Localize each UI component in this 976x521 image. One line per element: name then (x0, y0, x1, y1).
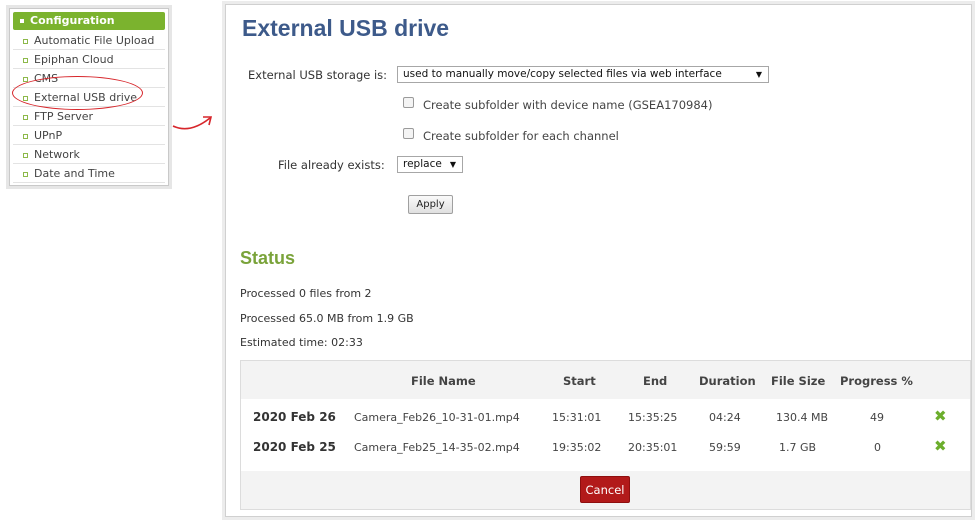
sidebar-item-automatic-file-upload[interactable]: Automatic File Upload (13, 31, 165, 50)
cancel-button[interactable]: Cancel (580, 476, 630, 503)
square-bullet-icon (23, 114, 28, 120)
caret-down-icon: ▼ (449, 160, 456, 169)
sidebar-item-label: Network (34, 148, 80, 161)
sidebar-item-label: CMS (34, 72, 59, 85)
row-start: 15:31:01 (552, 411, 602, 424)
sidebar-item-epiphan-cloud[interactable]: Epiphan Cloud (13, 50, 165, 69)
column-header-file-size: File Size (771, 374, 826, 388)
column-header-file-name: File Name (411, 374, 476, 388)
sidebar-item-label: Epiphan Cloud (34, 53, 114, 66)
square-bullet-icon (23, 171, 28, 177)
square-bullet-icon (23, 76, 28, 82)
storage-label: External USB storage is: (248, 68, 388, 82)
row-file-size: 1.7 GB (779, 441, 817, 454)
square-bullet-icon (20, 19, 24, 23)
square-bullet-icon (23, 95, 28, 101)
row-end: 15:35:25 (628, 411, 678, 424)
table-footer: Cancel (241, 471, 970, 509)
sidebar-header-label: Configuration (30, 14, 115, 27)
config-sidebar: Configuration Automatic File Upload Epip… (9, 8, 169, 186)
storage-mode-select[interactable]: used to manually move/copy selected file… (397, 66, 769, 83)
sidebar-item-label: External USB drive (34, 91, 138, 104)
table-header: File Name Start End Duration File Size P… (241, 361, 970, 399)
row-progress: 0 (874, 441, 881, 454)
square-bullet-icon (23, 152, 28, 158)
sidebar-item-label: UPnP (34, 129, 63, 142)
sidebar-item-ftp-server[interactable]: FTP Server (13, 107, 165, 126)
apply-button[interactable]: Apply (408, 195, 453, 214)
status-heading: Status (240, 248, 296, 268)
estimated-time-text: Estimated time: 02:33 (240, 336, 363, 349)
sidebar-item-label: FTP Server (34, 110, 94, 123)
row-duration: 59:59 (709, 441, 741, 454)
subfolder-channel-checkbox[interactable] (403, 128, 414, 139)
row-file-name: Camera_Feb25_14-35-02.mp4 (354, 441, 520, 454)
annotation-arrow-icon (172, 116, 213, 130)
sidebar-item-label: Date and Time (34, 167, 115, 180)
external-usb-panel: External USB drive External USB storage … (225, 4, 972, 517)
file-transfer-table: File Name Start End Duration File Size P… (240, 360, 971, 510)
remove-x-icon[interactable]: ✖ (934, 407, 947, 425)
sidebar-item-external-usb-drive[interactable]: External USB drive (13, 88, 165, 107)
sidebar-item-label: Automatic File Upload (34, 34, 155, 47)
sidebar-header-configuration[interactable]: Configuration (13, 12, 165, 30)
column-header-duration: Duration (699, 374, 756, 388)
row-start: 19:35:02 (552, 441, 602, 454)
row-date: 2020 Feb 25 (253, 440, 336, 454)
square-bullet-icon (23, 38, 28, 44)
row-file-name: Camera_Feb26_10-31-01.mp4 (354, 411, 520, 424)
column-header-start: Start (563, 374, 596, 388)
square-bullet-icon (23, 133, 28, 139)
processed-files-text: Processed 0 files from 2 (240, 287, 372, 300)
square-bullet-icon (23, 57, 28, 63)
subfolder-device-label: Create subfolder with device name (GSEA1… (423, 98, 713, 112)
remove-x-icon[interactable]: ✖ (934, 437, 947, 455)
column-header-end: End (643, 374, 668, 388)
sidebar-item-cms[interactable]: CMS (13, 69, 165, 88)
file-exists-label: File already exists: (278, 158, 385, 172)
row-progress: 49 (870, 411, 884, 424)
row-date: 2020 Feb 26 (253, 410, 336, 424)
sidebar-item-network[interactable]: Network (13, 145, 165, 164)
row-file-size: 130.4 MB (776, 411, 829, 424)
processed-size-text: Processed 65.0 MB from 1.9 GB (240, 312, 414, 325)
column-header-progress: Progress % (840, 374, 913, 388)
storage-mode-value: used to manually move/copy selected file… (403, 68, 722, 80)
sidebar-item-date-and-time[interactable]: Date and Time (13, 164, 165, 183)
row-duration: 04:24 (709, 411, 741, 424)
row-end: 20:35:01 (628, 441, 678, 454)
file-exists-value: replace (403, 158, 442, 170)
subfolder-channel-label: Create subfolder for each channel (423, 129, 619, 143)
subfolder-device-checkbox[interactable] (403, 97, 414, 108)
page-title: External USB drive (242, 15, 450, 41)
caret-down-icon: ▼ (755, 70, 762, 79)
sidebar-item-upnp[interactable]: UPnP (13, 126, 165, 145)
file-exists-select[interactable]: replace ▼ (397, 156, 463, 173)
